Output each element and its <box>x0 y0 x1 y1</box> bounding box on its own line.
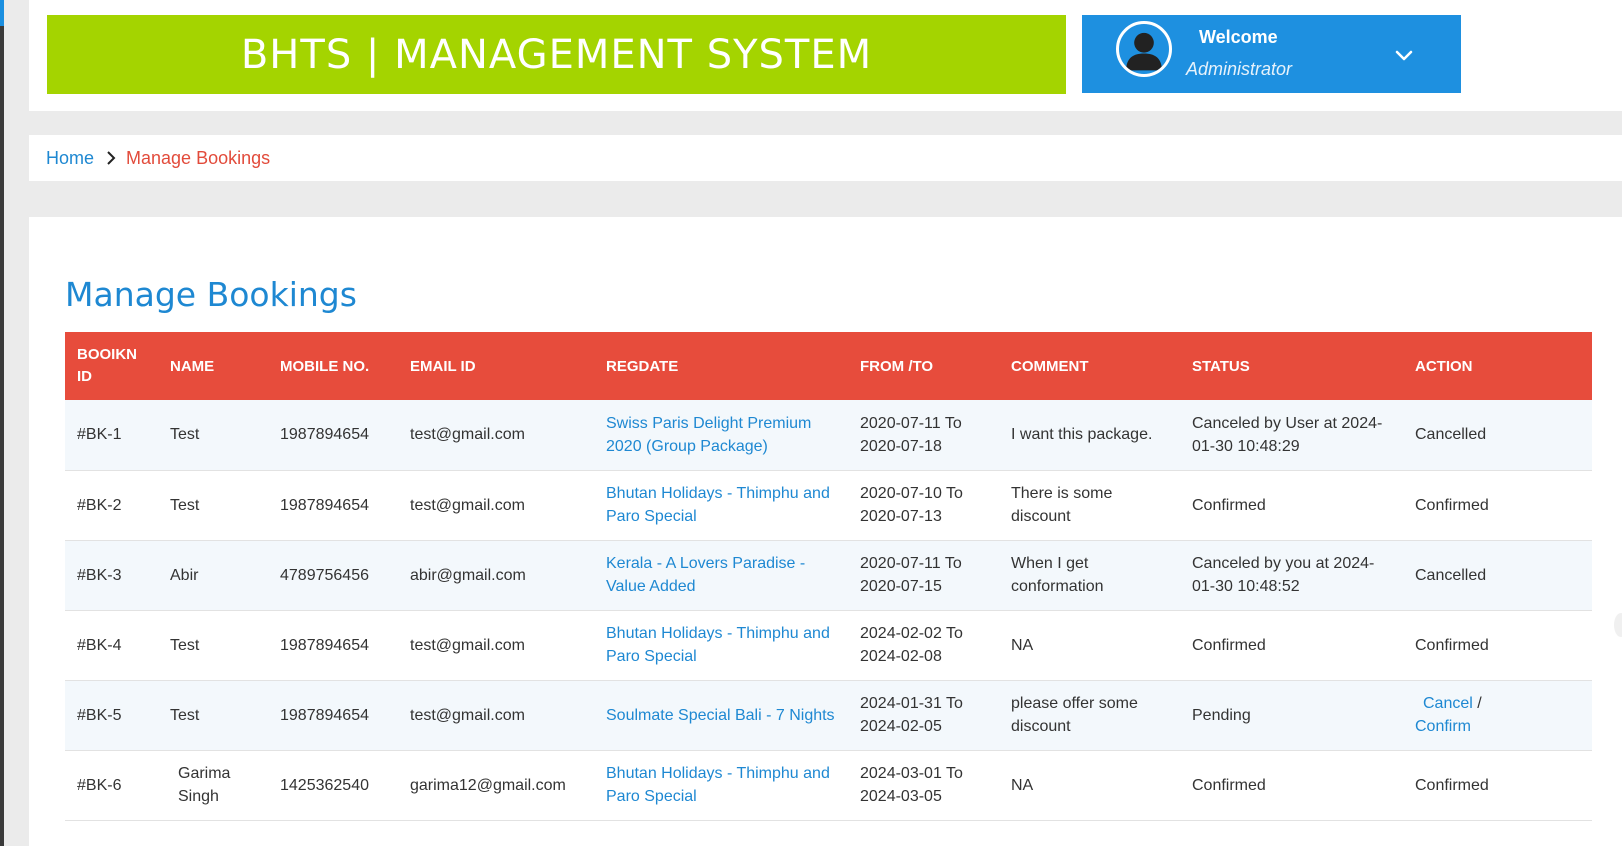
email: test@gmail.com <box>410 426 525 444</box>
table-row: #BK-1 Test 1987894654 test@gmail.com Swi… <box>65 400 1592 470</box>
status: Canceled by you at 2024-01-30 10:48:52 <box>1192 555 1375 595</box>
action: Confirmed <box>1415 496 1489 514</box>
table-row: #BK-5 Test 1987894654 test@gmail.com Sou… <box>65 680 1592 750</box>
booking-id: #BK-3 <box>77 566 122 584</box>
comment: please offer some discount <box>1011 695 1138 735</box>
breadcrumb-current: Manage Bookings <box>126 147 271 168</box>
customer-name: Test <box>170 636 200 654</box>
page-title: Manage Bookings <box>65 275 357 314</box>
package-link[interactable]: Bhutan Holidays - Thimphu and Paro Speci… <box>606 485 830 525</box>
comment: I want this package. <box>1011 426 1153 444</box>
package-cell: Swiss Paris Delight Premium 2020 (Group … <box>594 400 848 470</box>
booking-id: #BK-4 <box>77 636 122 654</box>
package-cell: Bhutan Holidays - Thimphu and Paro Speci… <box>594 750 848 820</box>
dates: 2020-07-11 To 2020-07-18 <box>860 414 962 455</box>
bookings-table: BOOIKN ID NAME MOBILE NO. EMAIL ID REGDA… <box>65 332 1592 821</box>
chevron-right-icon <box>107 151 116 165</box>
dates: 2020-07-11 To 2020-07-15 <box>860 555 962 595</box>
package-link[interactable]: Kerala - A Lovers Paradise - Value Added <box>606 555 805 595</box>
action: Confirmed <box>1415 776 1489 794</box>
user-menu[interactable]: Welcome Administrator <box>1082 15 1461 93</box>
customer-name: Test <box>170 426 200 444</box>
action-cell: Cancel / Confirm <box>1403 680 1592 750</box>
action: Confirmed <box>1415 636 1489 654</box>
booking-id: #BK-2 <box>77 496 122 514</box>
customer-name: Garima Singh <box>158 750 268 820</box>
booking-id: #BK-1 <box>77 426 122 444</box>
mobile: 1987894654 <box>280 496 369 514</box>
comment: When I get conformation <box>1011 555 1104 595</box>
chevron-down-icon[interactable] <box>1392 43 1416 67</box>
package-cell: Soulmate Special Bali - 7 Nights <box>594 680 848 750</box>
email: test@gmail.com <box>410 706 525 724</box>
table-row: #BK-2 Test 1987894654 test@gmail.com Bhu… <box>65 470 1592 540</box>
mobile: 1987894654 <box>280 636 369 654</box>
email: test@gmail.com <box>410 636 525 654</box>
col-name: NAME <box>170 357 215 375</box>
mobile: 1425362540 <box>280 776 369 794</box>
dates: 2024-02-02 To 2024-02-08 <box>860 625 963 665</box>
comment: NA <box>1011 776 1034 794</box>
col-email: EMAIL ID <box>410 357 476 375</box>
col-comment: COMMENT <box>1011 357 1089 375</box>
package-cell: Kerala - A Lovers Paradise - Value Added <box>594 540 848 610</box>
customer-name-text: Garima Singh <box>178 765 231 805</box>
package-cell: Bhutan Holidays - Thimphu and Paro Speci… <box>594 610 848 680</box>
mobile: 4789756456 <box>280 566 369 584</box>
email: test@gmail.com <box>410 496 525 514</box>
col-regdate: REGDATE <box>606 357 679 375</box>
action: Cancelled <box>1415 426 1487 444</box>
breadcrumb-home-link[interactable]: Home <box>46 148 94 169</box>
table-row: #BK-6 Garima Singh 1425362540 garima12@g… <box>65 750 1592 820</box>
package-link[interactable]: Bhutan Holidays - Thimphu and Paro Speci… <box>606 625 830 665</box>
package-link[interactable]: Soulmate Special Bali - 7 Nights <box>606 707 835 724</box>
table-row: #BK-4 Test 1987894654 test@gmail.com Bhu… <box>65 610 1592 680</box>
brand-title: BHTS | MANAGEMENT SYSTEM <box>240 31 873 78</box>
action: Cancelled <box>1415 566 1487 584</box>
user-avatar-icon <box>1116 21 1172 77</box>
action-separator: / <box>1472 695 1482 712</box>
main-content: Manage Bookings BOOIKN ID NAME MOBILE NO… <box>29 217 1622 846</box>
status: Confirmed <box>1192 776 1266 794</box>
booking-id: #BK-5 <box>77 706 122 724</box>
col-mobile: MOBILE NO. <box>280 357 370 375</box>
status: Confirmed <box>1192 496 1266 514</box>
left-window-strip <box>0 0 4 846</box>
dates: 2024-03-01 To 2024-03-05 <box>860 765 963 805</box>
booking-id: #BK-6 <box>77 776 122 794</box>
status: Pending <box>1192 706 1251 724</box>
dates: 2024-01-31 To 2024-02-05 <box>860 695 963 735</box>
col-status: STATUS <box>1192 357 1250 375</box>
email: abir@gmail.com <box>410 566 526 584</box>
package-cell: Bhutan Holidays - Thimphu and Paro Speci… <box>594 470 848 540</box>
col-from-to: FROM /TO <box>860 357 934 375</box>
scroll-handle[interactable] <box>1614 613 1622 637</box>
confirm-booking-link[interactable]: Confirm <box>1415 718 1471 735</box>
welcome-label: Welcome <box>1199 27 1278 47</box>
user-role: Administrator <box>1186 59 1293 79</box>
col-booking-id: BOOIKN ID <box>77 346 137 385</box>
cancel-booking-link[interactable]: Cancel <box>1415 695 1473 712</box>
status: Confirmed <box>1192 636 1266 654</box>
status: Canceled by User at 2024-01-30 10:48:29 <box>1192 414 1383 455</box>
package-link[interactable]: Swiss Paris Delight Premium 2020 (Group … <box>606 415 811 455</box>
mobile: 1987894654 <box>280 426 369 444</box>
col-action: ACTION <box>1415 357 1473 375</box>
email: garima12@gmail.com <box>410 776 566 794</box>
mobile: 1987894654 <box>280 706 369 724</box>
table-header-row: BOOIKN ID NAME MOBILE NO. EMAIL ID REGDA… <box>65 332 1592 400</box>
breadcrumb: Home Manage Bookings <box>29 135 1622 181</box>
customer-name: Test <box>170 496 200 514</box>
customer-name: Test <box>170 706 200 724</box>
dates: 2020-07-10 To 2020-07-13 <box>860 485 963 525</box>
table-row: #BK-3 Abir 4789756456 abir@gmail.com Ker… <box>65 540 1592 610</box>
comment: NA <box>1011 636 1034 654</box>
package-link[interactable]: Bhutan Holidays - Thimphu and Paro Speci… <box>606 765 830 805</box>
brand-banner: BHTS | MANAGEMENT SYSTEM <box>47 15 1066 94</box>
comment: There is some discount <box>1011 485 1113 525</box>
customer-name: Abir <box>170 566 199 584</box>
header: BHTS | MANAGEMENT SYSTEM Welcome Adminis… <box>29 0 1622 111</box>
